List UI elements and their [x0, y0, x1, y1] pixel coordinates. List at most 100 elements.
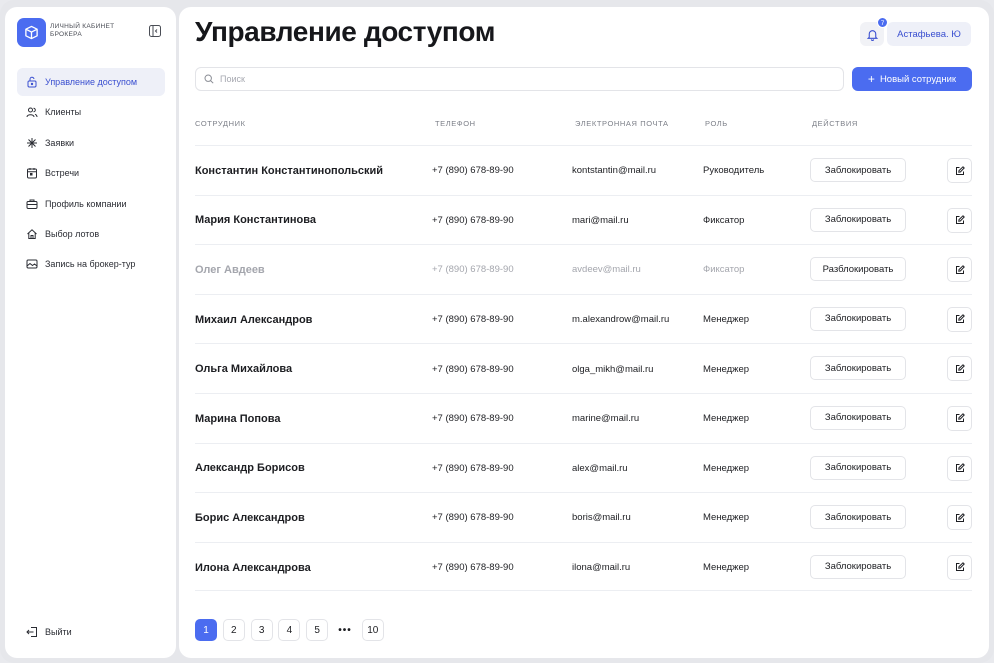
- users-icon: [26, 106, 38, 118]
- employee-phone: +7 (890) 678-89-90: [432, 413, 514, 425]
- sidebar-item-broker-tour[interactable]: Запись на брокер-тур: [17, 250, 165, 278]
- search-icon: [204, 74, 214, 84]
- sidebar-item-lots[interactable]: Выбор лотов: [17, 220, 165, 248]
- block-button[interactable]: Заблокировать: [810, 158, 906, 182]
- user-menu-button[interactable]: Астафьева. Ю: [887, 22, 971, 46]
- sidebar-item-company-profile[interactable]: Профиль компании: [17, 190, 165, 218]
- edit-employee-button[interactable]: [947, 455, 972, 481]
- employee-role: Руководитель: [703, 165, 765, 177]
- employee-email: alex@mail.ru: [572, 462, 628, 474]
- employee-name: Михаил Александров: [195, 313, 313, 326]
- edit-employee-button[interactable]: [947, 207, 972, 233]
- calendar-icon: [26, 167, 38, 179]
- sidebar-item-label: Встречи: [45, 168, 80, 179]
- block-button[interactable]: Заблокировать: [810, 455, 906, 480]
- employee-phone: +7 (890) 678-89-90: [432, 462, 514, 474]
- table-row: Марина Попова +7 (890) 678-89-90 marine@ma…: [195, 392, 972, 443]
- sidebar-item-label: Выбор лотов: [45, 228, 100, 239]
- box-icon[interactable]: [17, 18, 46, 47]
- table-header: СОТРУДНИК ТЕЛЕФОН ЭЛЕКТРОННАЯ ПОЧТА РОЛЬ…: [195, 119, 972, 131]
- page-button[interactable]: 2: [222, 619, 245, 641]
- sidebar-item-requests[interactable]: Заявки: [17, 129, 165, 157]
- employee-role: Менеджер: [703, 363, 750, 375]
- table-row: Борис Александров +7 (890) 678-89-90 boris…: [195, 492, 972, 542]
- employee-email: boris@mail.ru: [572, 512, 631, 524]
- page-button[interactable]: 1: [195, 619, 217, 641]
- employee-name: Александр Борисов: [195, 462, 305, 475]
- block-button[interactable]: Заблокировать: [810, 554, 906, 579]
- employee-phone: +7 (890) 678-89-90: [432, 363, 514, 375]
- employee-name: Ольга Михайлова: [195, 363, 293, 376]
- employee-email: olga_mikh@mail.ru: [572, 363, 654, 375]
- sidebar-item-label: Заявки: [45, 137, 75, 148]
- table-row: Илона Александрова +7 (890) 678-89-90 ilon…: [195, 541, 972, 592]
- edit-icon: [955, 264, 965, 275]
- employee-phone: +7 (890) 678-89-90: [432, 214, 514, 226]
- sidebar-item-clients[interactable]: Клиенты: [17, 98, 165, 126]
- sidebar-item-meetings[interactable]: Встречи: [17, 159, 165, 187]
- table-row: Ольга Михайлова +7 (890) 678-89-90 olga_mi…: [195, 343, 972, 393]
- page-button[interactable]: 4: [278, 619, 301, 641]
- edit-icon: [955, 215, 965, 225]
- house-icon: [26, 228, 38, 240]
- sidebar-item-label: Профиль компании: [45, 198, 127, 209]
- brand-line-2: БРОКЕРА: [50, 31, 82, 38]
- new-employee-label: Новый сотрудник: [879, 73, 957, 85]
- edit-employee-button[interactable]: [947, 405, 972, 431]
- employee-email: ilona@mail.ru: [572, 562, 631, 574]
- employee-role: Фиксатор: [703, 214, 745, 226]
- pagination-ellipsis: •••: [338, 624, 352, 636]
- collapse-sidebar-icon[interactable]: [149, 24, 161, 37]
- employees-table: Константин Константинопольский +7 (890) 6…: [195, 145, 972, 592]
- block-button[interactable]: Заблокировать: [810, 356, 906, 381]
- employee-phone: +7 (890) 678-89-90: [432, 314, 514, 326]
- edit-employee-button[interactable]: [947, 505, 972, 531]
- lock-open-icon: [26, 76, 38, 88]
- sidebar: ЛИЧНЫЙ КАБИНЕТ БРОКЕРА Управление доступ…: [5, 7, 176, 658]
- edit-employee-button[interactable]: [947, 356, 972, 382]
- page-button[interactable]: 5: [306, 619, 329, 641]
- logout-icon: [26, 626, 38, 638]
- employee-role: Менеджер: [703, 512, 750, 524]
- unblock-button[interactable]: Разблокировать: [810, 257, 906, 282]
- edit-employee-button[interactable]: [947, 306, 972, 332]
- table-row: Мария Константинова +7 (890) 678-89-90 mar…: [195, 194, 972, 245]
- block-button[interactable]: Заблокировать: [810, 207, 906, 232]
- edit-icon: [955, 363, 965, 374]
- sidebar-nav: Управление доступом Клиенты Заявки Встре…: [17, 68, 165, 281]
- edit-icon: [955, 413, 965, 423]
- new-employee-button[interactable]: + Новый сотрудник: [852, 67, 972, 91]
- sidebar-item-label: Запись на брокер-тур: [45, 259, 136, 270]
- logout-button[interactable]: Выйти: [26, 626, 72, 638]
- table-row: Олег Авдеев +7 (890) 678-89-90 avdeev@mail…: [195, 244, 972, 294]
- edit-icon: [955, 463, 965, 473]
- sidebar-item-access[interactable]: Управление доступом: [17, 68, 165, 96]
- column-header-email: ЭЛЕКТРОННАЯ ПОЧТА: [575, 119, 669, 128]
- employee-name: Константин Константинопольский: [195, 164, 384, 177]
- employee-role: Менеджер: [703, 413, 750, 425]
- bell-icon: [866, 29, 878, 41]
- block-button[interactable]: Заблокировать: [810, 306, 906, 331]
- image-icon: [26, 258, 38, 270]
- employee-name: Илона Александрова: [195, 561, 311, 574]
- employee-phone: +7 (890) 678-89-90: [432, 165, 514, 177]
- page-button[interactable]: 3: [250, 619, 273, 641]
- brand-line-1: ЛИЧНЫЙ КАБИНЕТ: [50, 23, 115, 30]
- employee-phone: +7 (890) 678-89-90: [432, 562, 514, 574]
- employee-role: Менеджер: [703, 562, 750, 574]
- employee-phone: +7 (890) 678-89-90: [432, 264, 514, 276]
- search-input[interactable]: [220, 74, 820, 84]
- page-title: Управление доступом: [195, 16, 496, 47]
- employee-email: kontstantin@mail.ru: [572, 165, 657, 177]
- page-button[interactable]: 10: [361, 619, 384, 641]
- edit-icon: [955, 562, 965, 572]
- table-row: Александр Борисов +7 (890) 678-89-90 alex@…: [195, 442, 972, 493]
- employee-name: Борис Александров: [195, 511, 305, 524]
- plus-icon: +: [867, 72, 875, 86]
- block-button[interactable]: Заблокировать: [810, 505, 906, 530]
- column-header-employee: СОТРУДНИК: [195, 119, 246, 128]
- block-button[interactable]: Заблокировать: [810, 405, 906, 430]
- edit-employee-button[interactable]: [947, 257, 972, 283]
- edit-employee-button[interactable]: [947, 158, 972, 183]
- edit-employee-button[interactable]: [947, 554, 972, 580]
